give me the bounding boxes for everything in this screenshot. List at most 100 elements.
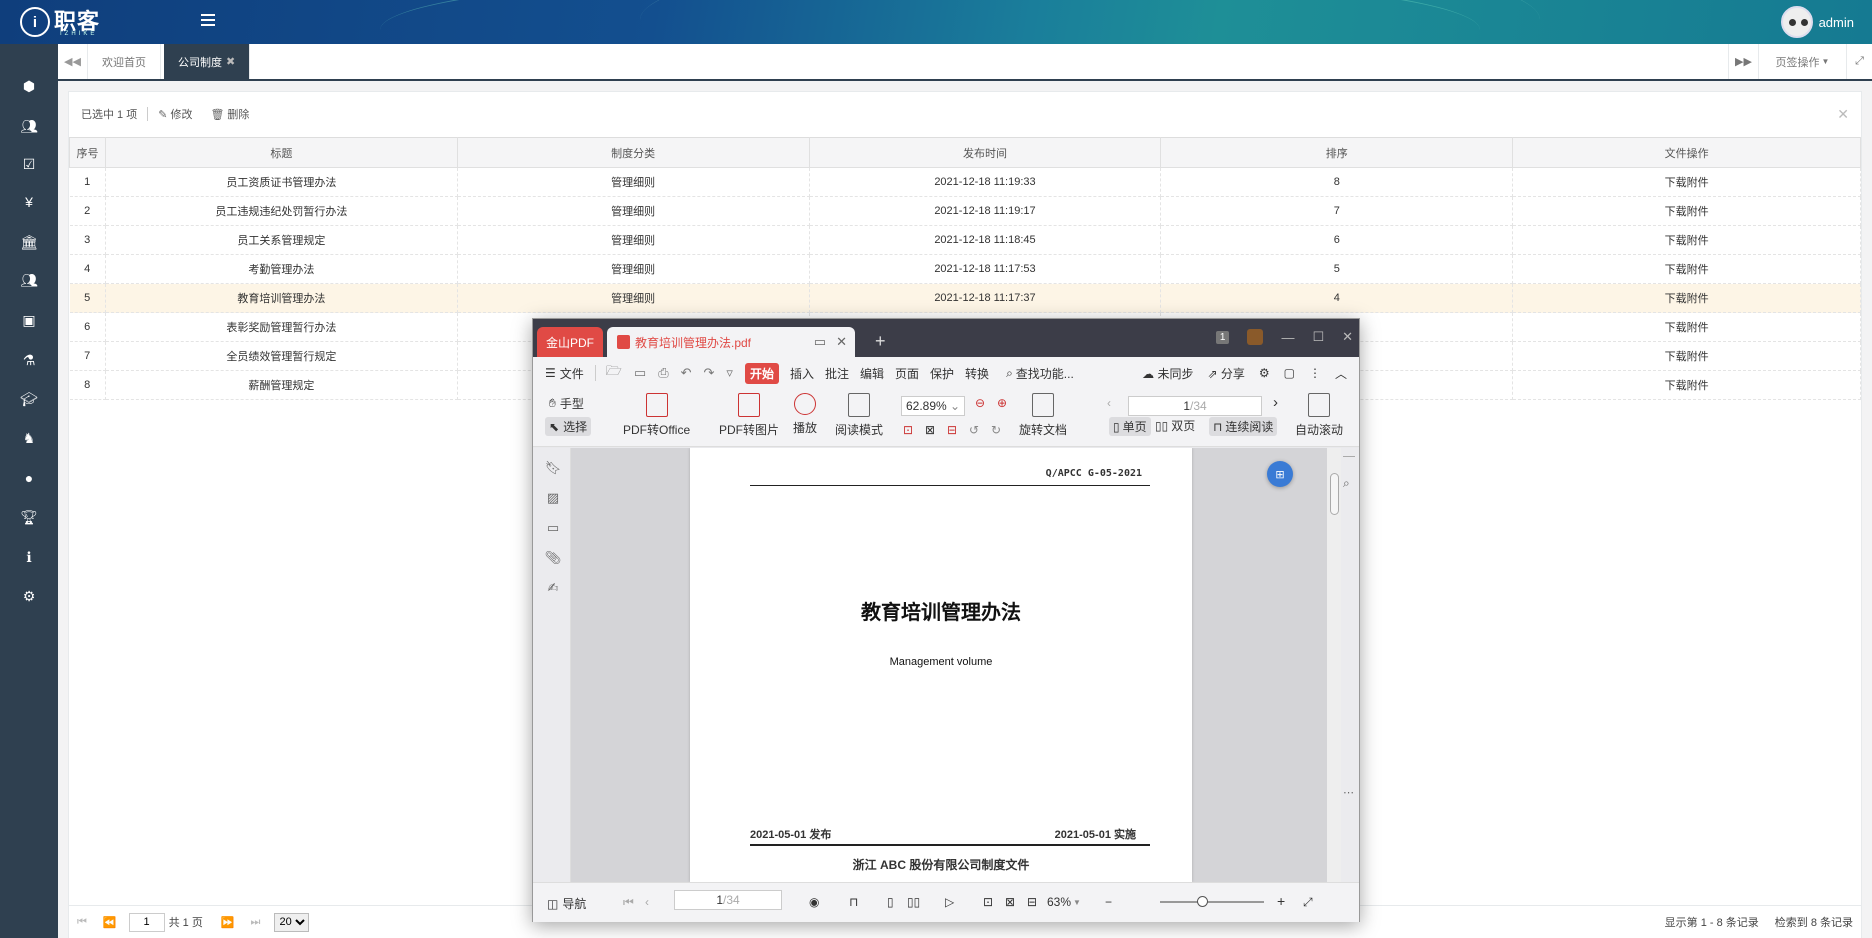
sync-status[interactable]: ☁ 未同步 (1142, 365, 1193, 382)
play-button[interactable]: 播放 (793, 393, 817, 436)
zoom-in-icon[interactable]: ⊕ (997, 396, 1007, 410)
read-mode-button[interactable]: 阅读模式 (835, 393, 883, 438)
double-page-icon[interactable]: ▯▯ (907, 895, 920, 909)
tab-welcome[interactable]: 欢迎首页 (88, 44, 161, 79)
download-attachment-link[interactable]: 下载附件 (1512, 196, 1861, 226)
cubes-icon[interactable]: ⬢ (19, 76, 39, 96)
app-logo[interactable]: i 职客 IZHIKE (20, 7, 100, 37)
save-icon[interactable]: ▭ (634, 365, 646, 381)
table-row[interactable]: 4 考勤管理办法 管理细则 2021-12-18 11:17:53 5 下载附件 (69, 254, 1861, 284)
open-icon[interactable]: 🗁︎ (606, 362, 622, 384)
vertical-scrollbar[interactable] (1327, 448, 1341, 882)
menu-edit[interactable]: 编辑 (860, 365, 884, 382)
eye-protect-icon[interactable]: ◉ (809, 895, 819, 909)
download-attachment-link[interactable]: 下载附件 (1512, 370, 1861, 400)
select-tool-button[interactable]: ⬉ 选择 (545, 417, 592, 436)
menu-page[interactable]: 页面 (895, 365, 919, 382)
more-icon[interactable]: ⋯ (1343, 786, 1354, 799)
find-feature-search[interactable]: ⌕ 查找功能... (1006, 365, 1074, 382)
play-icon[interactable]: ▷ (945, 895, 954, 909)
close-icon[interactable]: ✕ (1837, 106, 1849, 123)
delete-button[interactable]: 🗑︎ 删除 (210, 106, 249, 122)
download-attachment-link[interactable]: 下载附件 (1512, 283, 1861, 313)
column-header[interactable]: 制度分类 (456, 137, 810, 168)
menu-protect[interactable]: 保护 (930, 365, 954, 382)
group-icon[interactable]: 👥︎ (19, 270, 39, 290)
user-menu[interactable]: admin (1780, 6, 1854, 38)
more-icon[interactable]: ⋮ (1309, 366, 1321, 380)
pdf-brand-tab[interactable]: 金山PDF (537, 327, 603, 357)
column-header[interactable]: 排序 (1160, 137, 1514, 168)
bookmark-icon[interactable]: 🔖︎ (545, 460, 562, 476)
attachment-icon[interactable]: 📎︎ (545, 550, 562, 566)
cogs-icon[interactable]: ⚙ (19, 586, 39, 606)
column-header[interactable]: 发布时间 (808, 137, 1162, 168)
fullscreen-icon[interactable]: ⤢ (1303, 895, 1313, 910)
column-header[interactable]: 文件操作 (1512, 137, 1861, 168)
single-page-icon[interactable]: ▯ (887, 895, 894, 909)
zoom-level-select[interactable]: 63% ▼ (1047, 895, 1081, 909)
close-tab-icon[interactable]: ✖ (226, 55, 235, 68)
bank-icon[interactable]: 🏛︎ (19, 232, 39, 252)
continuous-read-button[interactable]: ⊓ 连续阅读 (1209, 417, 1278, 436)
collapse-ribbon-icon[interactable]: ︿ (1335, 365, 1347, 382)
print-icon[interactable]: ⎙ (658, 365, 668, 381)
zoom-slider-knob[interactable] (1197, 896, 1208, 907)
pdf-to-image-button[interactable]: PDF转图片 (719, 393, 779, 438)
more-dropdown-icon[interactable]: ▿ (726, 365, 733, 381)
settings-icon[interactable]: ⚙ (1259, 366, 1270, 380)
search-doc-icon[interactable]: ⌕ (1343, 476, 1350, 491)
hand-tool-button[interactable]: ✋︎ 手型 (549, 395, 584, 412)
trophy-icon[interactable]: 🏆︎ (19, 507, 39, 527)
rotate-left-icon[interactable]: ↺ (969, 423, 979, 437)
actual-size-icon[interactable]: ⊡ (903, 423, 913, 437)
close-tab-icon[interactable]: ✕ (836, 334, 847, 350)
menu-annotate[interactable]: 批注 (825, 365, 849, 382)
rotate-right-icon[interactable]: ↻ (991, 423, 1001, 437)
edit-button[interactable]: ✎ 修改 (158, 106, 192, 122)
menu-start[interactable]: 开始 (744, 362, 779, 384)
share-button[interactable]: ⇗ 分享 (1207, 365, 1244, 382)
zoom-out-icon[interactable]: ⊖ (975, 396, 985, 410)
last-page-icon[interactable]: ⏭ (251, 916, 261, 929)
yen-icon[interactable]: ¥ (19, 192, 39, 212)
window-count-badge[interactable]: 1 (1215, 330, 1230, 344)
tabs-scroll-right-icon[interactable]: ▶▶ (1728, 44, 1758, 79)
menu-convert[interactable]: 转换 (965, 365, 989, 382)
auto-scroll-button[interactable]: 自动滚动 (1293, 393, 1345, 438)
person-icon[interactable]: ♞ (19, 428, 39, 448)
zoom-in-icon[interactable]: + (1277, 893, 1285, 909)
user-icon[interactable]: ● (19, 468, 39, 488)
floating-tool-icon[interactable]: ⊞ (1267, 461, 1293, 487)
next-page-icon[interactable]: › (1273, 394, 1278, 411)
menu-insert[interactable]: 插入 (790, 365, 814, 382)
download-attachment-link[interactable]: 下载附件 (1512, 167, 1861, 197)
redo-icon[interactable]: ↷ (704, 365, 715, 381)
status-page-input[interactable]: 1/34 (674, 890, 782, 910)
prev-page-icon[interactable]: ‹ (645, 895, 649, 909)
tabs-scroll-left-icon[interactable]: ◀◀ (58, 44, 88, 79)
prev-page-icon[interactable]: ‹ (1107, 396, 1111, 410)
tab-company-policy[interactable]: 公司制度 ✖ (164, 44, 251, 79)
download-attachment-link[interactable]: 下载附件 (1512, 341, 1861, 371)
table-row[interactable]: 1 员工资质证书管理办法 管理细则 2021-12-18 11:19:33 8 下载附件 (69, 167, 1861, 197)
download-attachment-link[interactable]: 下载附件 (1512, 225, 1861, 255)
zoom-slider[interactable] (1160, 896, 1264, 907)
menu-file[interactable]: ☰ 文件 (545, 365, 584, 382)
tab-pin-icon[interactable]: ▭ (814, 334, 826, 350)
first-page-icon[interactable]: ⏮ (623, 895, 634, 910)
close-icon[interactable]: ✕ (1342, 329, 1353, 345)
tab-operations-dropdown[interactable]: 页签操作 ▼ (1758, 44, 1846, 79)
fullscreen-icon[interactable]: ⤢ (1846, 44, 1872, 79)
pdf-document-canvas[interactable]: Q/APCC G-05-2021 教育培训管理办法 Management vol… (571, 448, 1327, 882)
column-header[interactable]: 标题 (104, 137, 458, 168)
navigation-button[interactable]: ◫ 导航 (547, 895, 586, 912)
table-row[interactable]: 2 员工违规违纪处罚暂行办法 管理细则 2021-12-18 11:19:17 7 下载附… (69, 196, 1861, 226)
check-square-icon[interactable]: ☑ (19, 154, 39, 174)
maximize-icon[interactable]: ☐ (1312, 329, 1324, 345)
double-page-button[interactable]: ▯▯ 双页 (1155, 417, 1195, 434)
menu-toggle-icon[interactable] (201, 14, 215, 26)
download-attachment-link[interactable]: 下载附件 (1512, 312, 1861, 342)
comment-icon[interactable]: ▢ (1284, 366, 1295, 380)
briefcase-icon[interactable]: ▣ (19, 310, 39, 330)
